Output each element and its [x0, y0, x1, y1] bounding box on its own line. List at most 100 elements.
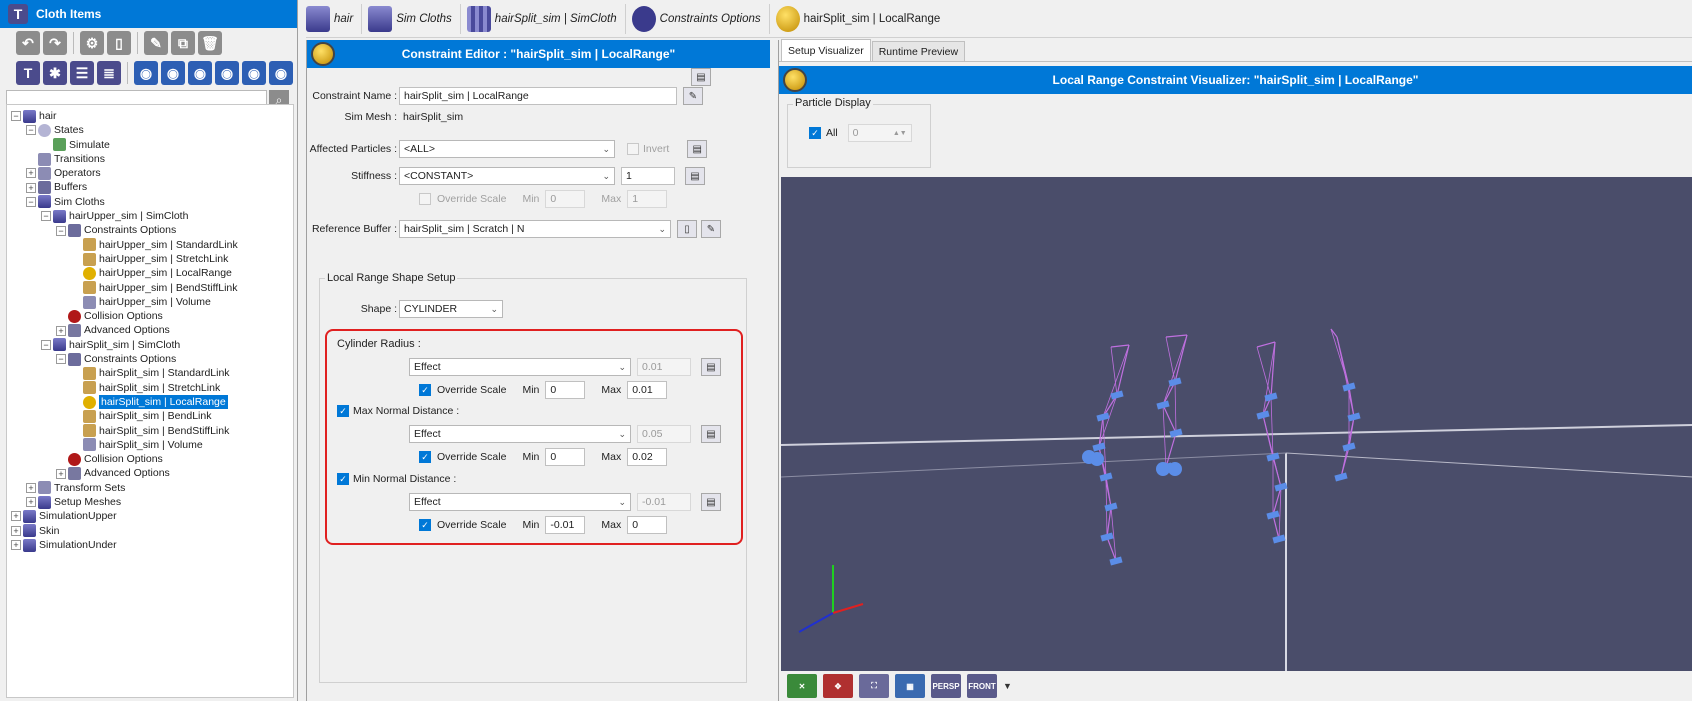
add-collider-icon[interactable]: ✱	[43, 61, 67, 85]
undo-icon[interactable]: ↶	[16, 31, 40, 55]
tree-item[interactable]: + Transform Sets	[7, 481, 293, 495]
tree-item[interactable]: − States	[7, 123, 293, 137]
view-icon-6[interactable]: ◉	[269, 61, 293, 85]
tree-item[interactable]: + Advanced Options	[7, 466, 293, 481]
min-normal-effect-select[interactable]: Effect ⌄	[409, 493, 631, 511]
tree-item[interactable]: hairSplit_sim | StretchLink	[7, 381, 293, 395]
breadcrumb-sim-cloths[interactable]: Sim Cloths	[368, 3, 461, 34]
cylinder-effect-select[interactable]: Effect ⌄	[409, 358, 631, 376]
stiffness-max-field[interactable]: 1	[627, 190, 668, 208]
panel-menu-button[interactable]: ▤	[691, 68, 711, 86]
tree-item[interactable]: + Setup Meshes	[7, 495, 293, 509]
stiffness-menu-icon[interactable]: ▤	[685, 167, 705, 185]
shape-select[interactable]: CYLINDER ⌄	[399, 300, 503, 318]
tree-item[interactable]: − hairUpper_sim | SimCloth	[7, 209, 293, 223]
tree-item[interactable]: hairSplit_sim | LocalRange	[7, 394, 293, 410]
move-tool-icon[interactable]: ✥	[823, 674, 853, 698]
max-normal-value-field[interactable]: 0.05	[637, 425, 691, 443]
min-normal-menu-icon[interactable]: ▤	[701, 493, 721, 511]
max-normal-checkbox[interactable]: ✓	[337, 405, 349, 417]
tree-item[interactable]: hairUpper_sim | LocalRange	[7, 266, 293, 280]
tab-setup-visualizer[interactable]: Setup Visualizer	[781, 39, 871, 61]
view-icon-1[interactable]: ◉	[134, 61, 158, 85]
min-normal-max-field[interactable]: 0	[627, 516, 668, 534]
min-normal-checkbox[interactable]: ✓	[337, 473, 349, 485]
expand-icon[interactable]: +	[26, 482, 36, 493]
tree-item[interactable]: hairSplit_sim | BendStiffLink	[7, 424, 293, 438]
collapse-icon[interactable]: −	[26, 125, 36, 136]
min-normal-override-checkbox[interactable]: ✓	[419, 519, 431, 531]
collapse-icon[interactable]: −	[41, 211, 51, 222]
min-normal-min-field[interactable]: -0.01	[545, 516, 586, 534]
expand-icon[interactable]: +	[11, 525, 21, 536]
persp-camera-button[interactable]: PERSP	[931, 674, 961, 698]
stiffness-min-field[interactable]: 0	[545, 190, 586, 208]
tree-item[interactable]: + Operators	[7, 166, 293, 180]
reference-buffer-select[interactable]: hairSplit_sim | Scratch | N ⌄	[399, 220, 671, 238]
max-normal-override-checkbox[interactable]: ✓	[419, 451, 431, 463]
copy-icon[interactable]: ⧉	[171, 31, 195, 55]
max-normal-max-field[interactable]: 0.02	[627, 448, 668, 466]
expand-icon[interactable]: +	[26, 182, 36, 193]
breadcrumb-localrange[interactable]: hairSplit_sim | LocalRange	[775, 4, 949, 34]
view-icon-4[interactable]: ◉	[215, 61, 239, 85]
tree-item[interactable]: + Skin	[7, 524, 293, 538]
expand-icon[interactable]: +	[56, 468, 66, 479]
tree-item[interactable]: Simulate	[7, 138, 293, 152]
invert-checkbox[interactable]	[627, 143, 639, 155]
expand-icon[interactable]: +	[56, 325, 66, 336]
cylinder-min-field[interactable]: 0	[545, 381, 586, 399]
chevron-down-icon[interactable]: ▼	[1003, 681, 1012, 691]
new-item-icon[interactable]: ▯	[107, 31, 131, 55]
breadcrumb-simcloth[interactable]: hairSplit_sim | SimCloth	[466, 3, 626, 34]
expand-icon[interactable]: +	[26, 497, 36, 508]
cylinder-menu-icon[interactable]: ▤	[701, 358, 721, 376]
tree-item[interactable]: + SimulationUpper	[7, 509, 293, 523]
frame-selection-icon[interactable]: ⛶	[859, 674, 889, 698]
expand-icon[interactable]: +	[11, 540, 21, 551]
cylinder-value-field[interactable]: 0.01	[637, 358, 691, 376]
add-list-icon[interactable]: ≣	[97, 61, 121, 85]
3d-viewport[interactable]	[781, 177, 1692, 671]
collapse-icon[interactable]: −	[56, 225, 66, 236]
affected-particles-select[interactable]: <ALL> ⌄	[399, 140, 615, 158]
view-icon-3[interactable]: ◉	[188, 61, 212, 85]
cylinder-max-field[interactable]: 0.01	[627, 381, 668, 399]
buffer-edit-icon[interactable]: ✎	[701, 220, 721, 238]
collapse-icon[interactable]: −	[41, 339, 51, 350]
all-particles-checkbox[interactable]: ✓	[809, 127, 821, 139]
front-camera-button[interactable]: FRONT	[967, 674, 997, 698]
tree-item[interactable]: − Constraints Options	[7, 223, 293, 238]
edit-icon[interactable]: ✎	[144, 31, 168, 55]
grid-toggle-icon[interactable]: ▦	[895, 674, 925, 698]
expand-icon[interactable]: +	[11, 511, 21, 522]
tree-item[interactable]: − Sim Cloths	[7, 195, 293, 209]
tree-item[interactable]: + Buffers	[7, 180, 293, 195]
tree-item[interactable]: − hair	[7, 109, 293, 123]
tree-item[interactable]: hairSplit_sim | StandardLink	[7, 366, 293, 380]
delete-icon[interactable]: 🗑	[198, 31, 222, 55]
stiffness-number-field[interactable]: 1	[621, 167, 675, 185]
add-buffer-icon[interactable]: ☰	[70, 61, 94, 85]
settings-icon[interactable]: ⚙	[80, 31, 104, 55]
buffer-view-icon[interactable]: ▯	[677, 220, 697, 238]
tree-item[interactable]: − hairSplit_sim | SimCloth	[7, 338, 293, 352]
breadcrumb-constraints-options[interactable]: Constraints Options	[631, 3, 770, 34]
breadcrumb-hair[interactable]: hair	[306, 3, 363, 34]
reset-view-icon[interactable]: ✕	[787, 674, 817, 698]
tab-runtime-preview[interactable]: Runtime Preview	[871, 41, 966, 61]
tree-item[interactable]: hairUpper_sim | Volume	[7, 295, 293, 309]
tree-item[interactable]: Collision Options	[7, 309, 293, 323]
collapse-icon[interactable]: −	[11, 111, 21, 122]
tree-item[interactable]: Transitions	[7, 152, 293, 166]
tree-item[interactable]: + SimulationUnder	[7, 538, 293, 552]
stiffness-override-checkbox[interactable]	[419, 193, 431, 205]
max-normal-effect-select[interactable]: Effect ⌄	[409, 425, 631, 443]
tree-item[interactable]: hairUpper_sim | BendStiffLink	[7, 281, 293, 295]
tree-item[interactable]: hairUpper_sim | StandardLink	[7, 238, 293, 252]
particle-index-spinner[interactable]: 0 ▲▼	[847, 124, 912, 142]
rename-icon[interactable]: ✎	[683, 87, 703, 105]
min-normal-value-field[interactable]: -0.01	[637, 493, 691, 511]
tree-item[interactable]: + Advanced Options	[7, 323, 293, 338]
view-icon-2[interactable]: ◉	[161, 61, 185, 85]
